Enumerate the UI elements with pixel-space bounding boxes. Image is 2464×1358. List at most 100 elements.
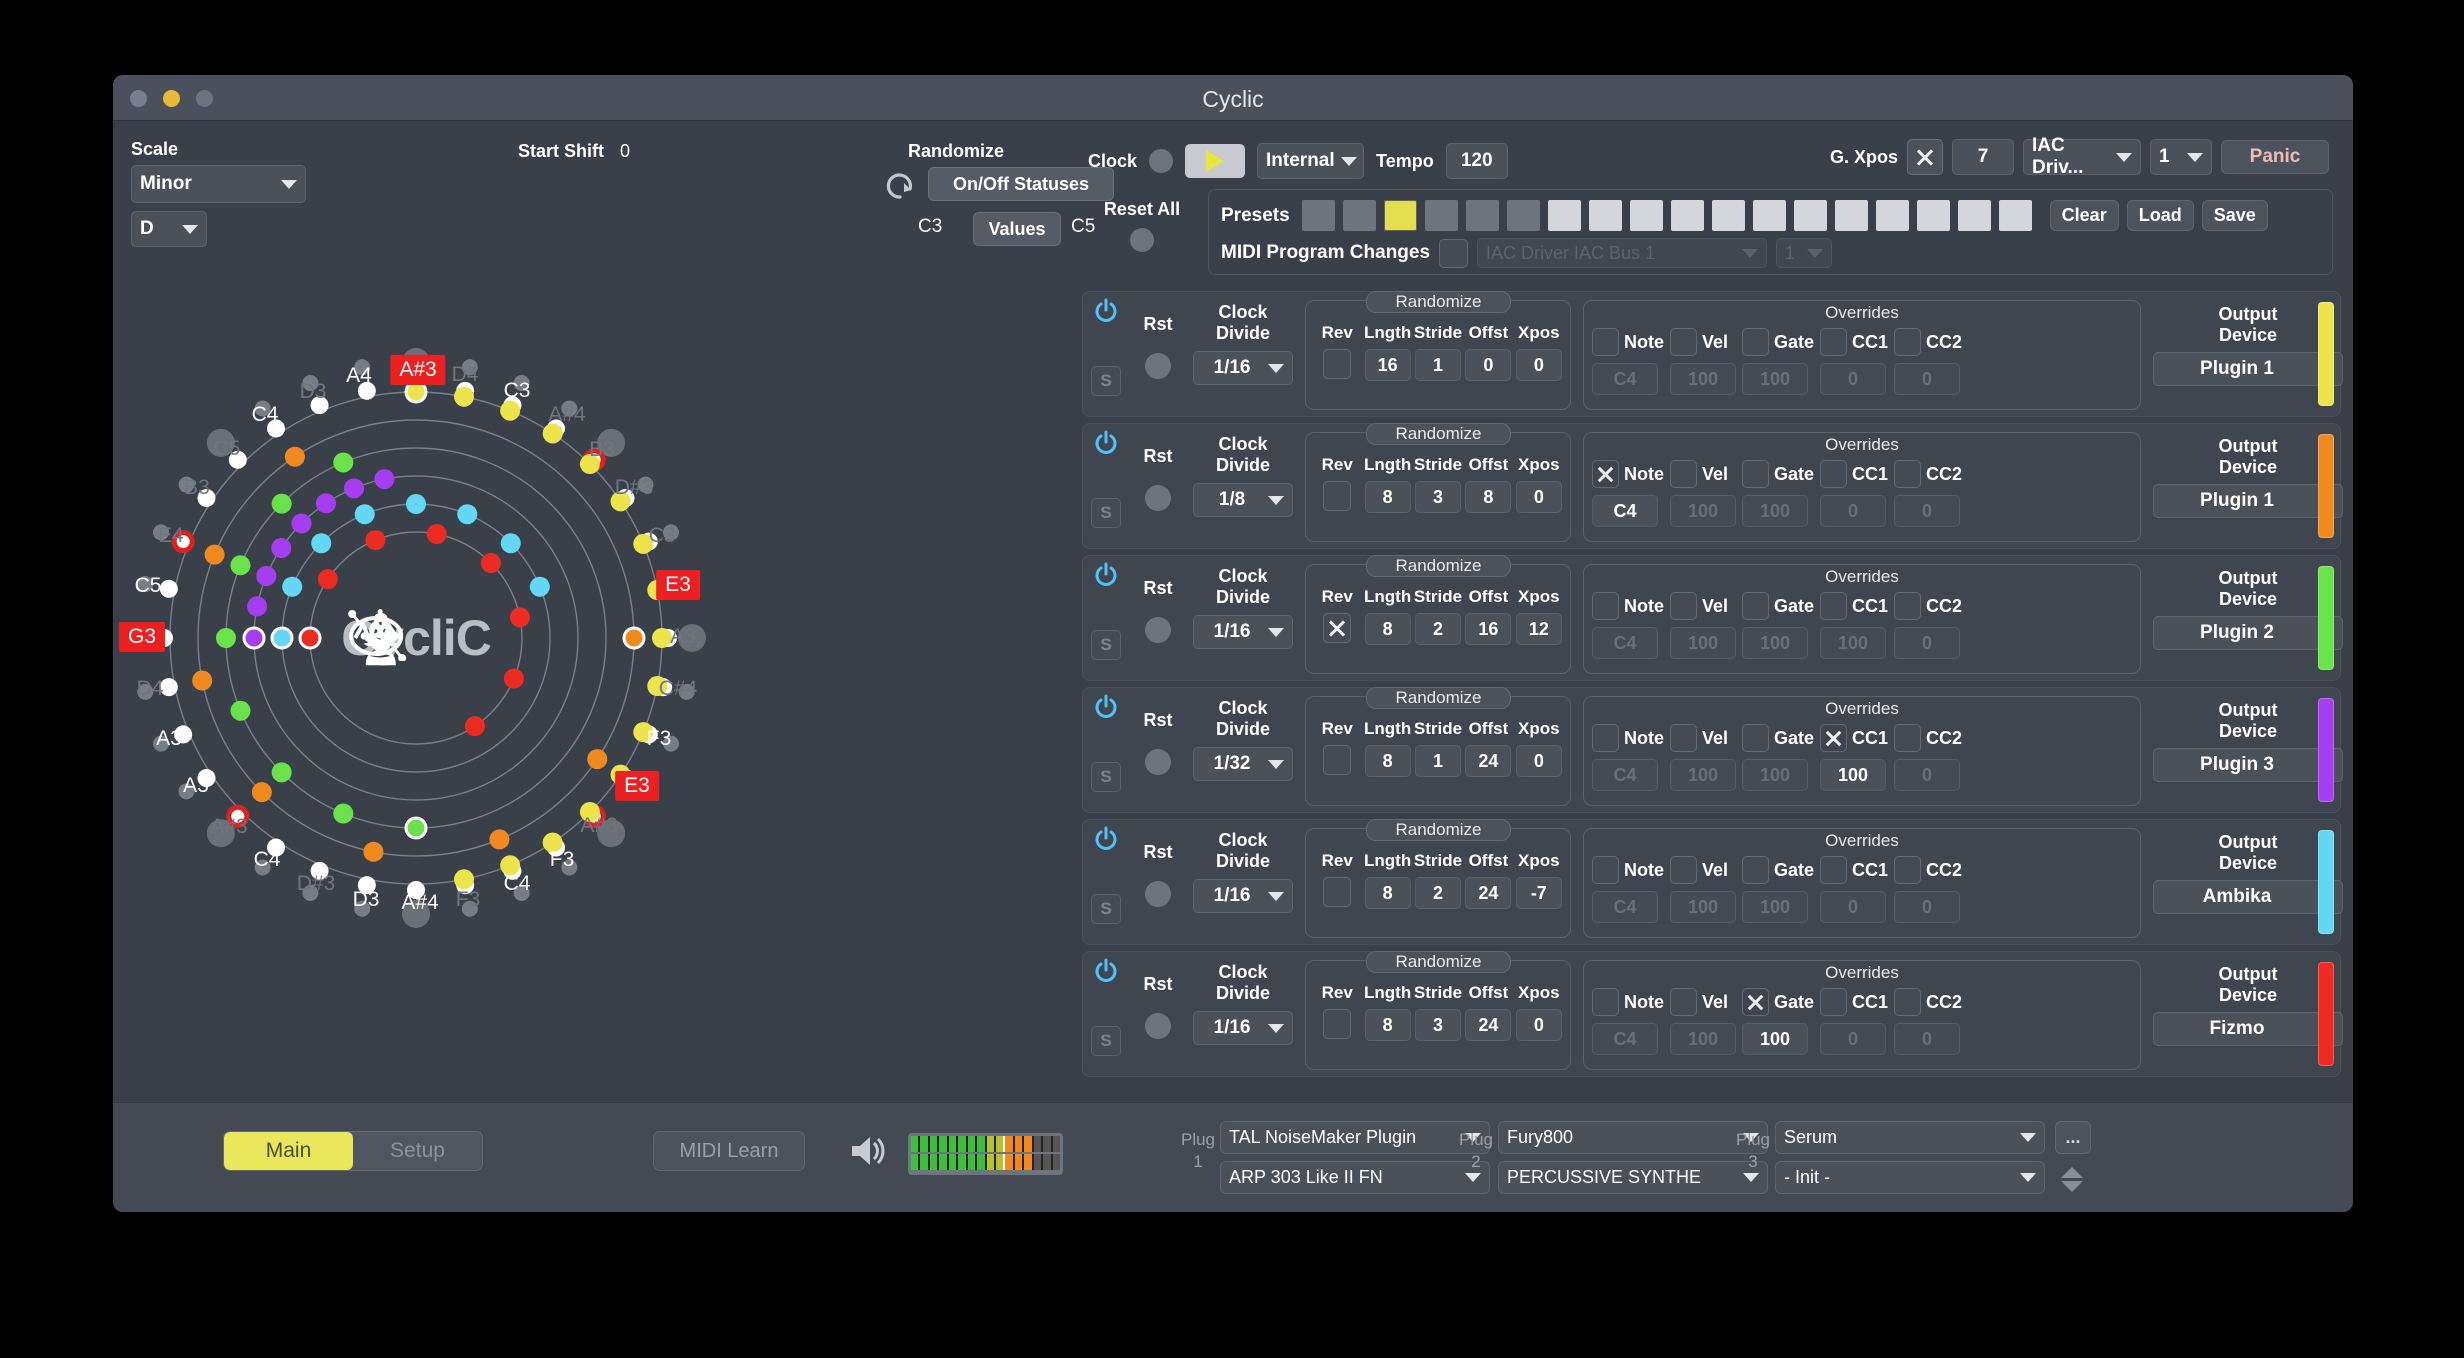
preset-select[interactable]: ARP 303 Like II FN	[1220, 1161, 1490, 1194]
randomize-group-title[interactable]: Randomize	[1366, 687, 1511, 709]
note-label[interactable]: F3	[647, 727, 672, 751]
output-device-select[interactable]: Plugin 1	[2153, 484, 2343, 518]
override-cc1-value[interactable]: 0	[1820, 1023, 1887, 1055]
plugin-options-button[interactable]: ...	[2055, 1121, 2091, 1154]
reset-all[interactable]: Reset All	[1082, 199, 1202, 252]
preset-stepper[interactable]	[2059, 1157, 2085, 1201]
load-button[interactable]: Load	[2126, 200, 2194, 231]
xpos-value[interactable]: 0	[1515, 481, 1562, 513]
output-device-select[interactable]: Plugin 2	[2153, 616, 2343, 650]
override-note-checkbox[interactable]	[1592, 460, 1619, 488]
sequence-step-dot[interactable]	[489, 829, 510, 850]
sequence-step-dot[interactable]	[529, 576, 550, 597]
track-power-icon[interactable]	[1093, 562, 1119, 588]
override-cc1-checkbox[interactable]	[1820, 724, 1848, 752]
preset-slot[interactable]	[1301, 200, 1335, 231]
override-cc2-checkbox[interactable]	[1894, 460, 1922, 488]
sequence-step-dot[interactable]	[500, 533, 521, 554]
note-label[interactable]: D4	[452, 363, 479, 387]
tempo-input[interactable]: 120	[1445, 143, 1508, 179]
override-note-checkbox[interactable]	[1592, 724, 1619, 752]
xpos-value[interactable]: 12	[1515, 613, 1562, 645]
preset-slot[interactable]	[1875, 200, 1909, 231]
randomize-values-button[interactable]: Values	[973, 212, 1061, 246]
override-cc2-checkbox[interactable]	[1894, 328, 1922, 356]
preset-slot[interactable]	[1711, 200, 1745, 231]
preset-slot[interactable]	[1916, 200, 1950, 231]
note-label[interactable]: D4	[137, 677, 164, 701]
note-label[interactable]: F3	[550, 848, 575, 872]
override-cc1-checkbox[interactable]	[1820, 460, 1848, 488]
stride-value[interactable]: 2	[1415, 877, 1462, 909]
sequence-step-dot[interactable]	[453, 869, 474, 890]
lngth-value[interactable]: 8	[1364, 481, 1411, 513]
clock-indicator[interactable]	[1149, 149, 1174, 173]
output-device-select[interactable]: Ambika	[2153, 880, 2343, 914]
circular-sequencer[interactable]: CycliC A4 A#3 D3 D4 C3 C4 A#4 C5 B3 B3 D#3 E4 C3 C5 E3…	[113, 246, 1068, 1056]
note-label[interactable]: B3	[184, 476, 210, 500]
sequence-step-dot[interactable]	[216, 628, 236, 648]
gxpos-value[interactable]: 7	[1952, 139, 2014, 175]
lngth-value[interactable]: 8	[1364, 877, 1411, 909]
sequence-step-dot[interactable]	[453, 386, 474, 407]
randomize-group-title[interactable]: Randomize	[1366, 819, 1511, 841]
clock-divide-select[interactable]: 1/16	[1193, 1011, 1293, 1045]
mpc-device-select[interactable]: IAC Driver IAC Bus 1	[1477, 238, 1768, 268]
midi-program-changes-checkbox[interactable]	[1439, 238, 1469, 268]
override-vel-value[interactable]: 100	[1670, 759, 1736, 791]
tab-main[interactable]: Main	[224, 1132, 353, 1170]
randomize-group-title[interactable]: Randomize	[1366, 951, 1511, 973]
preset-slot[interactable]	[1506, 200, 1540, 231]
plugin-select[interactable]: Fury800	[1498, 1121, 1768, 1154]
solo-button[interactable]: S	[1091, 630, 1121, 660]
clock-divide-select[interactable]: 1/16	[1193, 879, 1293, 913]
plugin-select[interactable]: Serum	[1775, 1121, 2045, 1154]
note-label[interactable]: C4	[252, 403, 279, 427]
clock-source-select[interactable]: Internal	[1257, 143, 1365, 179]
offst-value[interactable]: 24	[1465, 1009, 1512, 1041]
rst-button[interactable]	[1145, 353, 1171, 379]
override-cc2-checkbox[interactable]	[1894, 988, 1922, 1016]
preset-slot[interactable]	[1383, 200, 1417, 231]
override-gate-checkbox[interactable]	[1742, 592, 1769, 620]
start-shift[interactable]: Start Shift 0	[518, 141, 630, 162]
xpos-value[interactable]: 0	[1515, 1009, 1562, 1041]
override-cc2-checkbox[interactable]	[1894, 856, 1922, 884]
preset-slot[interactable]	[1465, 200, 1499, 231]
sequence-step-dot[interactable]	[363, 841, 384, 862]
clock-divide-select[interactable]: 1/16	[1193, 351, 1293, 385]
override-vel-value[interactable]: 100	[1670, 495, 1736, 527]
override-vel-value[interactable]: 100	[1670, 1023, 1736, 1055]
xpos-value[interactable]: -7	[1515, 877, 1562, 909]
note-label[interactable]: D#3	[297, 872, 336, 896]
rst-button[interactable]	[1145, 881, 1171, 907]
override-gate-checkbox[interactable]	[1742, 460, 1769, 488]
override-cc2-checkbox[interactable]	[1894, 724, 1922, 752]
gxpos-enable-checkbox[interactable]	[1907, 139, 1943, 175]
stride-value[interactable]: 1	[1415, 349, 1462, 381]
chevron-up-icon[interactable]	[2061, 1166, 2083, 1178]
offst-value[interactable]: 24	[1465, 877, 1512, 909]
randomize-group-title[interactable]: Randomize	[1366, 555, 1511, 577]
stride-value[interactable]: 2	[1415, 613, 1462, 645]
override-gate-checkbox[interactable]	[1742, 328, 1769, 356]
rst-button[interactable]	[1145, 749, 1171, 775]
sequence-step-dot[interactable]	[333, 452, 354, 473]
solo-button[interactable]: S	[1091, 762, 1121, 792]
sequence-step-dot[interactable]	[317, 569, 338, 590]
sequence-step-dot[interactable]	[271, 493, 292, 514]
note-label[interactable]: A#4	[401, 891, 438, 915]
rev-checkbox[interactable]	[1323, 745, 1352, 775]
preset-slot[interactable]	[1957, 200, 1991, 231]
override-gate-checkbox[interactable]	[1742, 988, 1769, 1016]
override-note-checkbox[interactable]	[1592, 856, 1619, 884]
preset-select[interactable]: PERCUSSIVE SYNTHE	[1498, 1161, 1768, 1194]
sequence-step-dot[interactable]	[509, 607, 530, 628]
note-label[interactable]: A3	[670, 625, 696, 649]
output-device-select[interactable]: Plugin 3	[2153, 748, 2343, 782]
note-label[interactable]: C3	[504, 379, 531, 403]
override-vel-checkbox[interactable]	[1670, 988, 1697, 1016]
note-label[interactable]: C5	[135, 574, 162, 598]
scale-select[interactable]: Minor	[131, 165, 306, 203]
xpos-value[interactable]: 0	[1515, 349, 1562, 381]
